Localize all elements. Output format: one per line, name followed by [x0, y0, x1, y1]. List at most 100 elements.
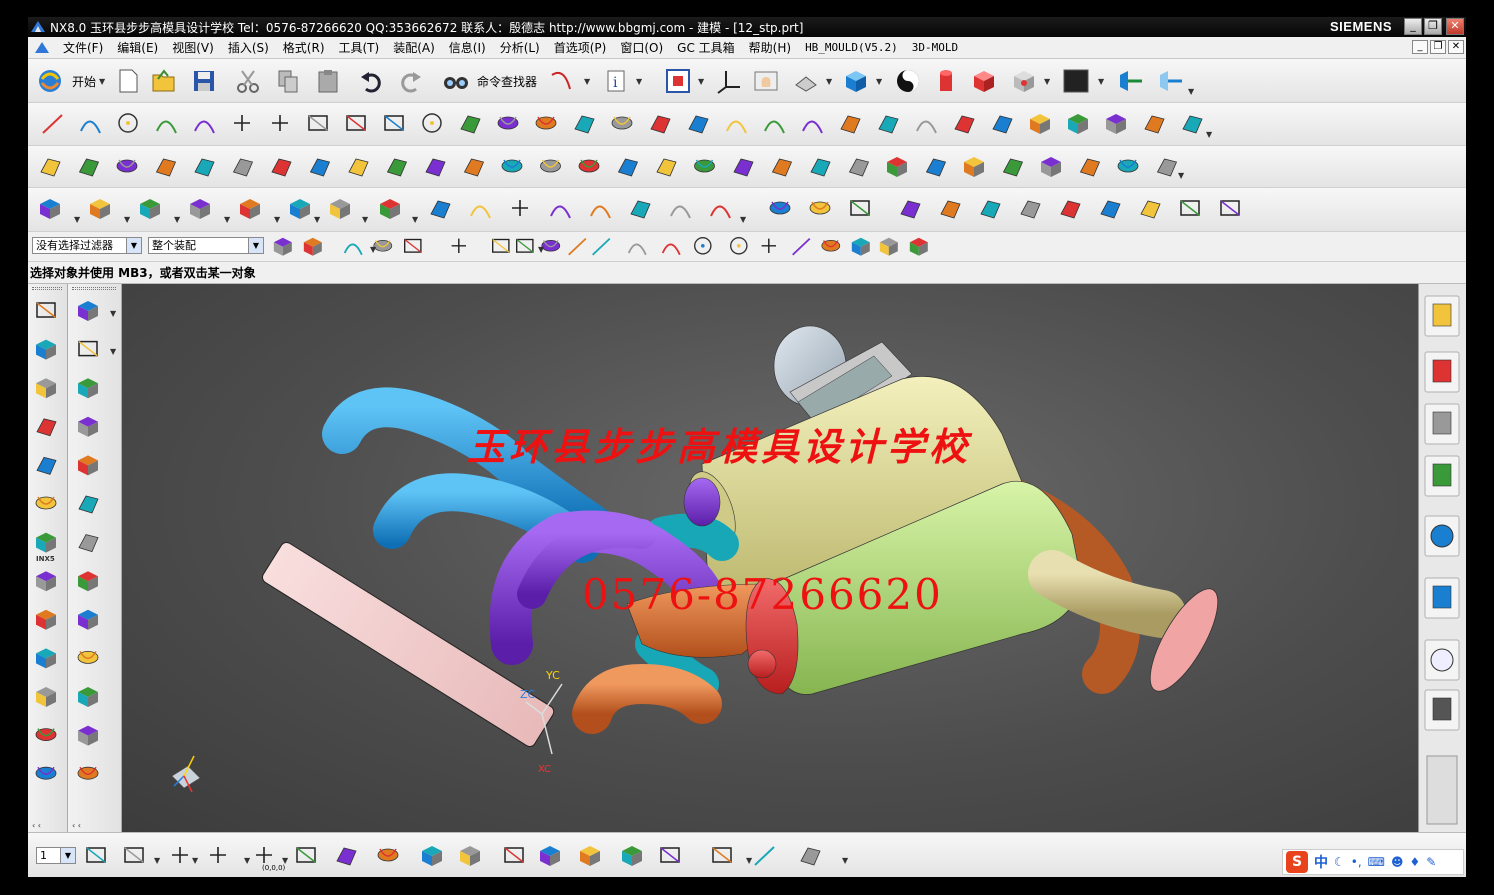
curve-tool-icon[interactable]	[802, 120, 823, 134]
utility-tool-icon[interactable]	[86, 847, 106, 863]
snap-tool-icon[interactable]	[303, 237, 322, 256]
chevron-down-icon[interactable]: ▼	[842, 856, 849, 865]
feature-tool-icon[interactable]	[290, 199, 310, 219]
palette-tool-icon[interactable]	[35, 728, 57, 742]
curve-tool-icon[interactable]	[1106, 114, 1126, 134]
redo-icon[interactable]	[396, 67, 424, 95]
start-button[interactable]: 开始	[72, 73, 96, 90]
box-red-icon[interactable]	[970, 67, 998, 95]
feature-tool-icon[interactable]	[630, 200, 651, 219]
menu-analysis[interactable]: 分析(L)	[493, 38, 547, 58]
utility-tool-icon[interactable]	[580, 846, 600, 866]
snap-tool-icon[interactable]	[730, 237, 748, 255]
snap-tool-icon[interactable]	[851, 237, 870, 256]
menu-format[interactable]: 格式(R)	[276, 38, 332, 58]
feature-tool-icon[interactable]	[769, 201, 791, 215]
menu-3d-mold[interactable]: 3D-MOLD	[905, 38, 965, 58]
feature-tool-icon[interactable]	[550, 205, 571, 219]
wrench-icon[interactable]: ✎	[1426, 855, 1436, 869]
menu-gc-toolkit[interactable]: GC 工具箱	[670, 38, 742, 58]
nx-app-icon[interactable]	[30, 20, 46, 34]
feature-tool-icon[interactable]	[40, 199, 60, 219]
utility-tool-icon[interactable]	[660, 847, 680, 863]
o2-sensor-boss[interactable]	[747, 649, 777, 679]
feature-tool-icon[interactable]	[710, 205, 731, 219]
chevron-down-icon[interactable]: ▼	[74, 215, 81, 224]
utility-tool-icon[interactable]	[422, 846, 442, 866]
utility-tool-icons[interactable]: ▼ ▼ ▼ ▼ ▼ ▼	[82, 833, 882, 878]
system-material-icon[interactable]	[1424, 639, 1460, 681]
surface-tool-icon[interactable]	[771, 158, 793, 177]
palette-tool-icon[interactable]	[78, 687, 98, 707]
utility-tool-icon[interactable]	[622, 846, 642, 866]
palette-tool-icon[interactable]	[78, 455, 98, 476]
curve-tool-icon[interactable]	[992, 115, 1013, 134]
orange-pipe-bottom[interactable]	[572, 663, 722, 734]
palette-tool-icon[interactable]	[36, 302, 56, 318]
utility-tool-icon[interactable]	[754, 846, 775, 866]
ime-language-toggle[interactable]: 中	[1314, 852, 1328, 872]
snap-tool-icon[interactable]	[761, 238, 777, 254]
surface-tool-icon[interactable]	[848, 158, 870, 177]
utility-tool-icon[interactable]	[504, 847, 524, 863]
chevron-down-icon[interactable]: ▼	[362, 215, 369, 224]
palette-grip[interactable]	[72, 287, 116, 290]
feature-tool-icon[interactable]	[670, 205, 691, 219]
utility-tool-icon[interactable]	[336, 847, 357, 866]
maximize-button[interactable]: ❐	[1424, 18, 1442, 35]
surface-tool-icon[interactable]	[1117, 159, 1139, 173]
snap-tool-icon[interactable]	[373, 240, 393, 252]
surface-tool-icon[interactable]	[964, 157, 984, 177]
surface-tool-icon[interactable]	[348, 158, 369, 177]
surface-tool-icon[interactable]	[1002, 158, 1024, 177]
close-button[interactable]: ✕	[1446, 18, 1464, 35]
feature-tool-icon[interactable]	[900, 200, 921, 219]
curve-tool-icon[interactable]	[42, 114, 63, 134]
feature-tool-icon[interactable]	[330, 199, 350, 219]
surface-tool-icon[interactable]	[1156, 158, 1178, 177]
chevron-down-icon[interactable]: ▼	[1178, 171, 1185, 180]
curve-tool-icon[interactable]	[1182, 115, 1203, 134]
snap-tool-icon[interactable]	[909, 237, 928, 256]
chevron-down-icon[interactable]: ▼	[826, 77, 832, 86]
palette-tool-icon[interactable]	[77, 650, 99, 664]
work-layer-select[interactable]: 1 ▼	[36, 847, 76, 864]
surface-tool-icon[interactable]	[617, 158, 639, 177]
snap-tool-icon[interactable]	[273, 237, 292, 256]
chevron-down-icon[interactable]: ▼	[110, 309, 117, 318]
open-folder-icon[interactable]	[150, 67, 178, 95]
chevron-down-icon[interactable]: ▼	[746, 856, 753, 865]
menu-preferences[interactable]: 首选项(P)	[547, 38, 614, 58]
snap-tool-icon[interactable]	[821, 240, 841, 252]
curve-tool-icon[interactable]	[118, 113, 138, 133]
doc-minimize-button[interactable]: _	[1412, 40, 1428, 54]
keyboard-icon[interactable]: ⌨	[1368, 855, 1385, 869]
surface-tool-icons[interactable]: ▼	[28, 146, 1466, 188]
chevron-down-icon[interactable]: ▼	[584, 77, 590, 86]
new-file-icon[interactable]	[114, 67, 142, 95]
background-color-icon[interactable]	[1062, 67, 1090, 95]
feature-tool-icon[interactable]	[1140, 200, 1161, 219]
surface-tool-icon[interactable]	[810, 158, 831, 177]
hand-pan-icon[interactable]	[752, 67, 780, 95]
chevron-down-icon[interactable]: ▼	[60, 848, 75, 863]
chevron-down-icon[interactable]: ▼	[876, 77, 882, 86]
menu-edit[interactable]: 编辑(E)	[110, 38, 165, 58]
exhaust-manifold-model[interactable]: YC ZC XC	[122, 284, 1418, 832]
graphics-window[interactable]: YC ZC XC 玉环县步步高模具设计学校 0576-87266620	[122, 284, 1418, 832]
curve-tool-icon[interactable]	[422, 113, 442, 133]
feature-tool-icon[interactable]	[512, 200, 528, 216]
palette-tool-icon[interactable]	[36, 532, 56, 553]
palette-tool-icon[interactable]	[78, 609, 98, 630]
palette-2-icons[interactable]: ▼ ▼ ‹ ‹	[68, 284, 122, 832]
shaded-cube-icon[interactable]	[842, 67, 870, 95]
chevron-down-icon[interactable]: ▼	[740, 215, 747, 224]
roles-icon[interactable]	[1424, 689, 1460, 731]
snap-tool-icon[interactable]	[879, 237, 898, 256]
utility-tool-icon[interactable]	[210, 847, 226, 863]
chevron-down-icon[interactable]: ▼	[698, 77, 704, 86]
palette-tool-icon[interactable]	[36, 339, 56, 360]
punctuation-icon[interactable]: •,	[1351, 855, 1362, 869]
feature-tool-icon[interactable]	[850, 200, 870, 216]
palette-tool-icon[interactable]	[36, 456, 57, 475]
